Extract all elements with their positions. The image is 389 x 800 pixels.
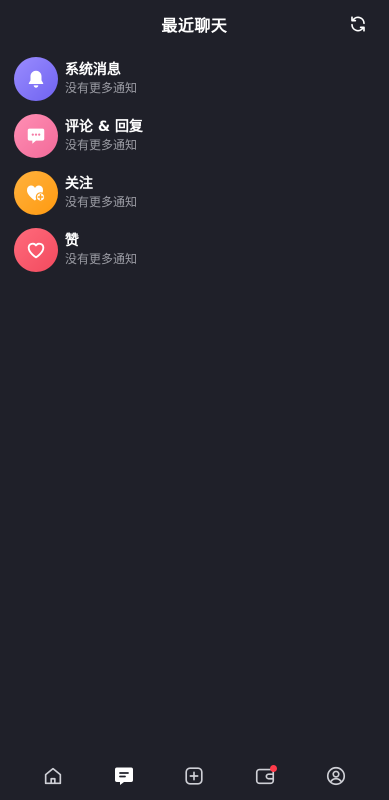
bell-icon	[28, 70, 44, 88]
system-messages-avatar	[14, 57, 58, 101]
item-subtitle: 没有更多通知	[65, 195, 138, 209]
likes-avatar	[14, 228, 58, 272]
nav-wallet[interactable]	[248, 759, 282, 793]
chat-screen: 最近聊天 系统消息 没有更多通知 评论 & 回复 没有更多通知 关注 没有更多通…	[0, 0, 389, 800]
list-item-likes[interactable]: 赞 没有更多通知	[0, 225, 389, 275]
follows-avatar	[14, 171, 58, 215]
list-item-comments-replies[interactable]: 评论 & 回复 没有更多通知	[0, 111, 389, 161]
refresh-button[interactable]	[347, 13, 369, 35]
nav-profile[interactable]	[319, 759, 353, 793]
add-icon	[185, 767, 204, 785]
comment-icon	[27, 128, 45, 144]
item-subtitle: 没有更多通知	[65, 138, 138, 152]
follow-heart-icon	[26, 185, 46, 202]
page-title: 最近聊天	[161, 16, 228, 35]
item-title: 评论 & 回复	[65, 119, 143, 135]
item-title: 关注	[65, 176, 93, 192]
comments-avatar	[14, 114, 58, 158]
message-icon	[114, 767, 133, 785]
nav-add[interactable]	[177, 759, 211, 793]
refresh-icon	[351, 16, 365, 32]
home-icon	[45, 767, 62, 785]
item-subtitle: 没有更多通知	[65, 252, 138, 266]
bottom-nav	[0, 752, 389, 800]
nav-home[interactable]	[36, 759, 70, 793]
list-item-system-messages[interactable]: 系统消息 没有更多通知	[0, 54, 389, 104]
item-subtitle: 没有更多通知	[65, 81, 138, 95]
header: 最近聊天	[0, 0, 389, 48]
list-item-follows[interactable]: 关注 没有更多通知	[0, 168, 389, 218]
profile-icon	[326, 766, 345, 786]
nav-messages[interactable]	[107, 759, 141, 793]
item-title: 赞	[65, 233, 79, 249]
heart-icon	[27, 242, 45, 259]
notification-list: 系统消息 没有更多通知 评论 & 回复 没有更多通知 关注 没有更多通知 赞 没…	[0, 54, 389, 282]
item-title: 系统消息	[65, 62, 121, 78]
